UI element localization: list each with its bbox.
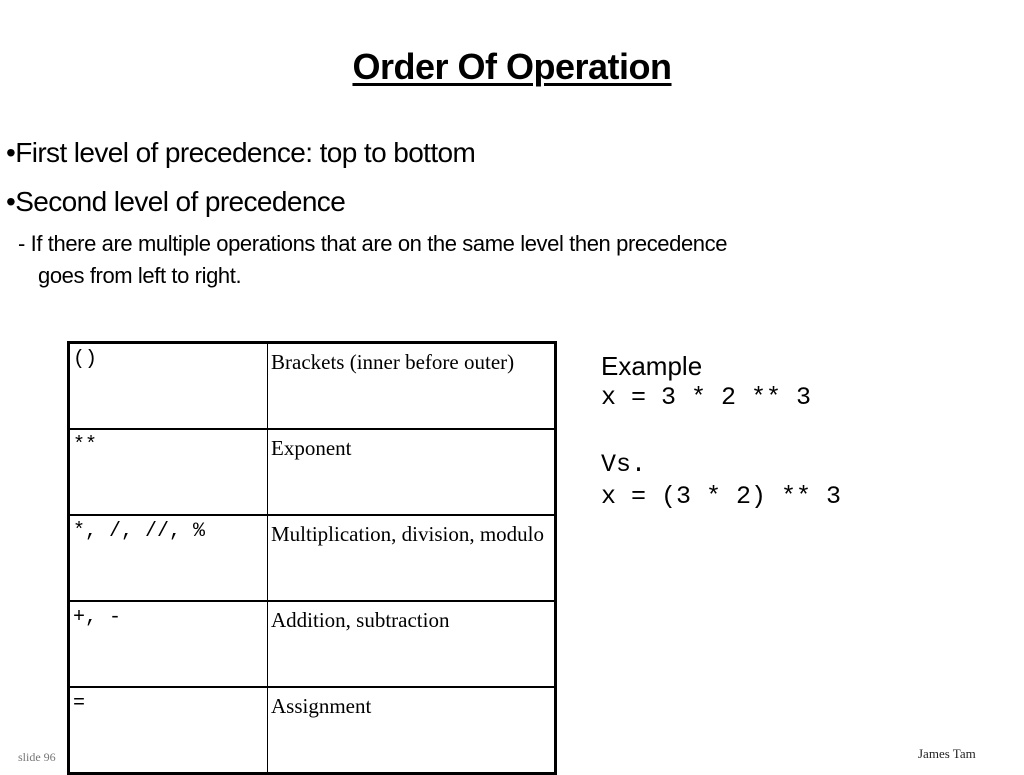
sub-bullet-line-2: goes from left to right.: [38, 263, 242, 288]
bullet-first-level: •First level of precedence: top to botto…: [6, 137, 476, 168]
table-row: *, /, //, % Multiplication, division, mo…: [68, 514, 556, 602]
operator-cell: **: [68, 428, 268, 516]
bullet-second-level: •Second level of precedence: [6, 186, 346, 217]
slide-title: Order Of Operation: [352, 46, 672, 87]
description-cell: Brackets (inner before outer): [267, 342, 556, 430]
author-name: James Tam: [918, 746, 976, 761]
vs-label: Vs.: [601, 450, 647, 479]
operator-cell: *, /, //, %: [68, 514, 268, 602]
description-cell: Addition, subtraction: [267, 600, 556, 688]
precedence-table: () Brackets (inner before outer) ** Expo…: [67, 341, 557, 775]
description-cell: Assignment: [267, 686, 556, 774]
description-cell: Exponent: [267, 428, 556, 516]
operator-cell: =: [68, 686, 268, 774]
table-row: +, - Addition, subtraction: [68, 600, 556, 688]
slide-number: slide 96: [18, 750, 56, 764]
sub-bullet-line-1: - If there are multiple operations that …: [18, 231, 728, 256]
operator-cell: (): [68, 342, 268, 430]
example-block: Example x = 3 * 2 ** 3 Vs. x = (3 * 2) *…: [601, 350, 841, 513]
example-expression-1: x = 3 * 2 ** 3: [601, 383, 812, 412]
table-row: ** Exponent: [68, 428, 556, 516]
table-row: = Assignment: [68, 686, 556, 774]
description-cell: Multiplication, division, modulo: [267, 514, 556, 602]
sub-bullet: - If there are multiple operations that …: [18, 228, 918, 292]
table-row: () Brackets (inner before outer): [68, 342, 556, 430]
example-expression-2: x = (3 * 2) ** 3: [601, 482, 842, 511]
example-label: Example: [601, 351, 703, 381]
operator-cell: +, -: [68, 600, 268, 688]
